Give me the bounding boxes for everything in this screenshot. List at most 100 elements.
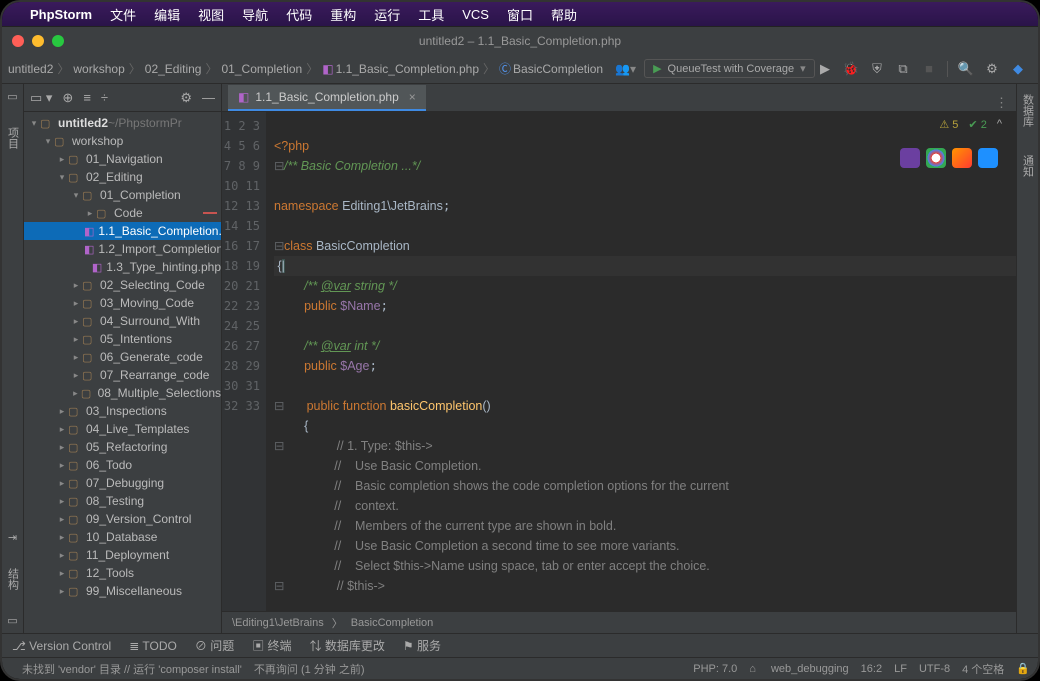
tree-node[interactable]: ▸▢08_Multiple_Selections [24,384,221,402]
tree-node[interactable]: ▸▢10_Database [24,528,221,546]
menu-window[interactable]: 窗口 [507,5,533,24]
tree-node[interactable]: ◧1.1_Basic_Completion.php [24,222,221,240]
right-tool-strip: 数据库 通知 [1016,84,1038,633]
window-title: untitled2 – 1.1_Basic_Completion.php [419,34,621,48]
zoom-icon[interactable] [52,35,64,47]
tree-node[interactable]: ▸▢04_Surround_With [24,312,221,330]
tree-node[interactable]: ▸▢01_Navigation [24,150,221,168]
tree-node[interactable]: ▾▢workshop [24,132,221,150]
collapse-icon[interactable]: ÷ [101,90,108,105]
indent-info[interactable]: 4 个空格 [962,661,1004,677]
tabs-menu-icon[interactable]: ⋮ [987,95,1016,111]
hide-panel-icon[interactable]: — [202,90,215,105]
window-titlebar: untitled2 – 1.1_Basic_Completion.php [2,26,1038,54]
firefox-icon [952,148,972,168]
problems-tool-tab[interactable]: ⊘ 问题 [195,637,234,654]
git-branch[interactable]: ⌂ web_debugging [749,663,848,675]
menu-tools[interactable]: 工具 [418,5,444,24]
line-separator[interactable]: LF [894,663,907,675]
minimize-icon[interactable] [32,35,44,47]
coverage-icon[interactable]: ⛨ [869,61,885,77]
bookmarks-icon[interactable]: ⇥ [8,531,17,544]
stop-icon[interactable]: ■ [921,61,937,77]
menu-edit[interactable]: 编辑 [154,5,180,24]
lock-icon[interactable]: 🔒 [1016,662,1030,675]
database-tool-tab[interactable]: 数据库 [1018,90,1038,131]
todo-tool-tab[interactable]: ≣ TODO [129,639,177,653]
browser-icons[interactable] [900,148,998,168]
menu-help[interactable]: 帮助 [551,5,577,24]
editor-tab[interactable]: ◧ 1.1_Basic_Completion.php × [228,85,426,111]
tree-node[interactable]: ▸▢06_Generate_code [24,348,221,366]
phpstorm-icon [900,148,920,168]
gear-icon[interactable]: ⚙ [180,90,192,106]
profiler-icon[interactable]: ⧉ [895,61,911,77]
menu-vcs[interactable]: VCS [462,7,489,22]
project-tool-tab[interactable]: 项目 [3,123,23,153]
users-icon[interactable]: 👥▾ [615,62,636,76]
bottom-tool-tabs: ⎇ Version Control ≣ TODO ⊘ 问题 ▣ 终端 ⇅ 数据库… [2,633,1038,657]
caret-position[interactable]: 16:2 [861,663,882,675]
hide-icon[interactable]: ▭ [7,90,17,103]
tree-node[interactable]: ▸▢06_Todo [24,456,221,474]
menu-code[interactable]: 代码 [286,5,312,24]
editor-area: ◧ 1.1_Basic_Completion.php × ⋮ ⚠ 5 ✔ 2 ^… [222,84,1016,633]
services-tool-tab[interactable]: ⚑ 服务 [403,637,441,654]
menu-run[interactable]: 运行 [374,5,400,24]
tree-node[interactable]: ◧1.3_Type_hinting.php [24,258,221,276]
tree-node[interactable]: ▸▢04_Live_Templates [24,420,221,438]
layout-icon[interactable]: ▭ [7,614,17,627]
navigation-bar: untitled2〉 workshop〉 02_Editing〉 01_Comp… [2,54,1038,84]
tree-node[interactable]: ▸▢07_Rearrange_code [24,366,221,384]
settings-icon[interactable]: ⚙ [984,61,1000,77]
toolbox-icon[interactable]: ◆ [1010,61,1026,77]
tree-node[interactable]: ▸▢07_Debugging [24,474,221,492]
tree-node[interactable]: ▾▢02_Editing [24,168,221,186]
line-gutter[interactable]: 1 2 3 4 5 6 7 8 9 10 11 12 13 14 15 16 1… [222,112,266,611]
tree-node[interactable]: ◧1.2_Import_Completion.php [24,240,221,258]
tree-node[interactable]: ▸▢11_Deployment [24,546,221,564]
tree-node[interactable]: ▸▢03_Inspections [24,402,221,420]
terminal-tool-tab[interactable]: ▣ 终端 [252,637,291,654]
run-config-selector[interactable]: ▶QueueTest with Coverage▾ [644,59,815,78]
tree-node[interactable]: ▸▢09_Version_Control [24,510,221,528]
file-encoding[interactable]: UTF-8 [919,663,950,675]
project-view-selector[interactable]: ▭ ▾ [30,90,52,106]
status-message[interactable]: 未找到 'vendor' 目录 // 运行 'composer install' [22,661,242,677]
breadcrumb[interactable]: untitled2〉 workshop〉 02_Editing〉 01_Comp… [6,60,605,77]
tree-node[interactable]: ▸▢08_Testing [24,492,221,510]
tree-node[interactable]: ▸▢02_Selecting_Code [24,276,221,294]
tree-node[interactable]: ▸▢12_Tools [24,564,221,582]
menu-file[interactable]: 文件 [110,5,136,24]
tree-node[interactable]: ▸▢99_Miscellaneous [24,582,221,600]
locate-icon[interactable]: ⊕ [62,90,73,106]
db-changes-tool-tab[interactable]: ⇅ 数据库更改 [310,637,385,654]
close-icon[interactable] [12,35,24,47]
tree-node[interactable]: ▸▢Code [24,204,221,222]
tree-node[interactable]: ▸▢05_Intentions [24,330,221,348]
inspections-widget[interactable]: ⚠ 5 ✔ 2 ^ [935,116,1006,133]
tree-node[interactable]: ▾▢01_Completion [24,186,221,204]
php-version[interactable]: PHP: 7.0 [693,663,737,675]
editor-breadcrumb[interactable]: \Editing1\JetBrains〉BasicCompletion [222,611,1016,633]
app-name[interactable]: PhpStorm [30,7,92,22]
menu-view[interactable]: 视图 [198,5,224,24]
expand-icon[interactable]: ≡ [83,90,91,105]
menu-refactor[interactable]: 重构 [330,5,356,24]
tree-node[interactable]: ▸▢05_Refactoring [24,438,221,456]
code-editor[interactable]: <?php ⊟/** Basic Completion ...*/ namesp… [266,112,1016,611]
project-tree[interactable]: ▾▢untitled2 ~/PhpstormPr▾▢workshop▸▢01_N… [24,112,221,633]
status-hint[interactable]: 不再询问 (1 分钟 之前) [254,661,365,677]
macos-menubar: PhpStorm 文件 编辑 视图 导航 代码 重构 运行 工具 VCS 窗口 … [2,2,1038,26]
close-tab-icon[interactable]: × [409,90,416,104]
search-icon[interactable]: 🔍 [958,61,974,77]
notifications-tool-tab[interactable]: 通知 [1018,151,1038,181]
menu-navigate[interactable]: 导航 [242,5,268,24]
safari-icon [978,148,998,168]
tree-node[interactable]: ▸▢03_Moving_Code [24,294,221,312]
project-toolbar: ▭ ▾ ⊕ ≡ ÷ ⚙ — [24,84,221,112]
run-icon[interactable]: ▶ [817,61,833,77]
vcs-tool-tab[interactable]: ⎇ Version Control [12,639,111,653]
structure-tool-tab[interactable]: 结构 [3,564,23,594]
debug-icon[interactable]: 🐞 [843,61,859,77]
